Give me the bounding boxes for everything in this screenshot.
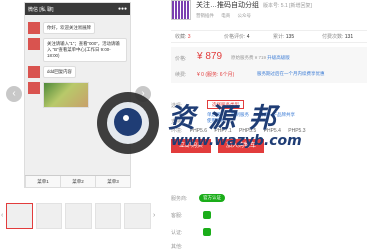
- service-label: 服务商:: [171, 196, 188, 202]
- phone-menu-item: 菜单2: [60, 176, 95, 187]
- thumbnail[interactable]: [94, 203, 122, 229]
- qr-code: [171, 0, 191, 20]
- thumbnail-strip: [6, 203, 151, 229]
- product-title-text: 关注…推码自动分组: [196, 2, 259, 9]
- price-value: ¥ 879: [197, 51, 223, 62]
- upgrade-link[interactable]: 升级高级版: [267, 55, 290, 60]
- stat-paid: 付费次数: 131: [322, 34, 354, 40]
- avatar: [28, 66, 40, 78]
- product-detail-page: ‹ › 微信 [私 聊] ●●● 你好，欢迎关注易展牌 关注请输入“1”；查看“…: [0, 0, 375, 250]
- watermark-text: 资 源 邦: [168, 103, 278, 134]
- chat-message: 关注请输入“1”；查看“000”，活动请输入 “B”查看菜单中心(工作日 9:0…: [28, 38, 127, 62]
- thumbnail[interactable]: [65, 203, 92, 229]
- chat-message: ddd回复内容: [28, 66, 127, 78]
- stat-favorites: 收藏: 3: [175, 34, 191, 40]
- price-label: 价格:: [175, 56, 187, 62]
- tag[interactable]: 电商: [221, 13, 230, 18]
- phone-status-right: ●●●: [117, 6, 127, 12]
- avatar: [28, 82, 40, 94]
- official-badge: 官方认证: [199, 194, 225, 202]
- phone-status-left: 微信 [私 聊]: [28, 6, 54, 13]
- avatar: [28, 38, 40, 50]
- cert-icon: [203, 228, 211, 236]
- wechat-icon[interactable]: [203, 211, 211, 219]
- thumbnail[interactable]: [6, 203, 33, 229]
- product-title: 关注…推码自动分组 版本号: 5.1 [新增回复]: [196, 0, 312, 10]
- renew-value: ¥ 0 (服务: 6个月): [197, 72, 235, 78]
- chat-message: 你好，欢迎关注易展牌: [28, 22, 127, 34]
- avatar: [28, 22, 40, 34]
- phone-menu-bar: 菜单1 菜单2 菜单3: [25, 175, 130, 187]
- chat-bubble: ddd回复内容: [43, 66, 76, 78]
- thumbnail[interactable]: [124, 203, 151, 229]
- renew-label: 续费:: [175, 72, 187, 78]
- stats-bar: 收藏: 3 价格评价: 4 累计: 135 付费次数: 131: [171, 30, 367, 43]
- thumb-prev-button[interactable]: ‹: [1, 212, 3, 219]
- product-tags: 营销插件 电商 公众号: [196, 13, 257, 19]
- thumb-next-button[interactable]: ›: [153, 212, 155, 219]
- tag[interactable]: 营销插件: [196, 13, 214, 18]
- phone-menu-item: 菜单3: [95, 176, 130, 187]
- watermark-eye-icon: [114, 108, 142, 136]
- contact-label: 客服:: [171, 213, 183, 219]
- cert-label: 认证:: [171, 230, 183, 236]
- chat-bubble: 你好，欢迎关注易展牌: [43, 22, 95, 34]
- price-box: 价格: ¥ 879 原始服务费 ¥ 719 升级高级版 续费: ¥ 0 (服务:…: [171, 47, 367, 83]
- price-note: 原始服务费 ¥ 719 升级高级版: [231, 55, 290, 60]
- watermark-url: www.wazyb.com: [171, 133, 302, 149]
- stat-total: 累计: 135: [273, 34, 295, 40]
- tag[interactable]: 公众号: [238, 13, 252, 18]
- phone-menu-item: 菜单1: [25, 176, 60, 187]
- phone-status-bar: 微信 [私 聊] ●●●: [25, 3, 130, 15]
- image-message: [43, 82, 89, 108]
- product-version: 版本号: 5.1 [新增回复]: [263, 3, 312, 9]
- gallery-prev-button[interactable]: ‹: [6, 86, 22, 102]
- chat-bubble: 关注请输入“1”；查看“000”，活动请输入 “B”查看菜单中心(工作日 9:0…: [43, 38, 127, 62]
- renew-note: 服务期过后在一个月内续费享优惠: [257, 71, 325, 76]
- thumbnail[interactable]: [35, 203, 63, 229]
- stat-rating: 价格评价: 4: [224, 34, 250, 40]
- extra-label: 其他:: [171, 244, 183, 250]
